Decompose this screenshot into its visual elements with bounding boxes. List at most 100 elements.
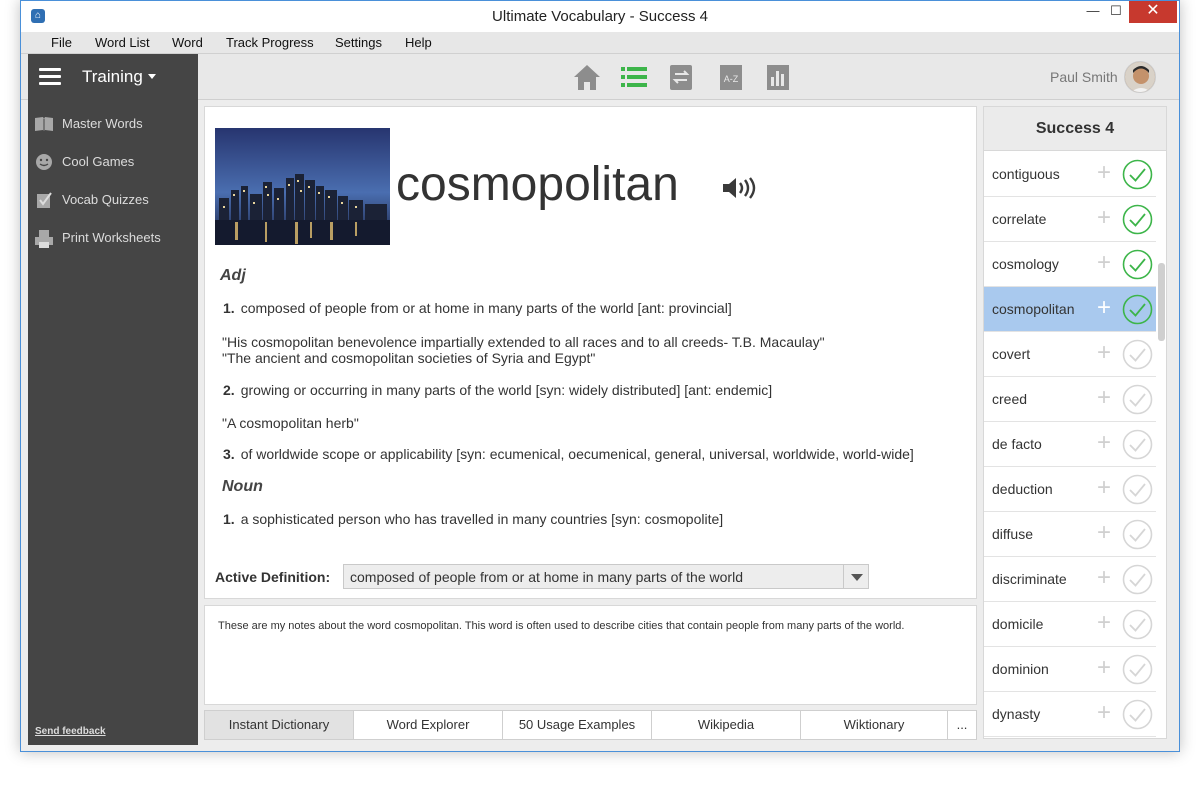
word-list-item[interactable]: de facto + <box>984 422 1156 467</box>
add-word-icon[interactable]: + <box>1097 519 1111 547</box>
mastered-check-icon[interactable] <box>1122 159 1153 190</box>
word-list-item[interactable]: cosmology + <box>984 242 1156 287</box>
part-of-speech-noun: Noun <box>222 478 263 495</box>
menu-track-progress[interactable]: Track Progress <box>226 35 314 50</box>
active-definition-label: Active Definition: <box>215 569 331 585</box>
chart-icon[interactable] <box>765 62 793 92</box>
speaker-icon[interactable] <box>722 177 758 199</box>
sense-text: a sophisticated person who has travelled… <box>240 511 724 527</box>
add-word-icon[interactable]: + <box>1097 294 1111 322</box>
unmastered-check-icon[interactable] <box>1122 699 1153 730</box>
list-icon[interactable] <box>620 62 648 92</box>
word-list-scrollbar[interactable] <box>1158 263 1165 341</box>
sidebar-item-master-words[interactable]: Master Words <box>34 112 194 136</box>
tab-word-explorer[interactable]: Word Explorer <box>353 710 503 740</box>
add-word-icon[interactable]: + <box>1097 204 1111 232</box>
sidebar-item-label: Vocab Quizzes <box>62 192 149 207</box>
word-list-item[interactable]: contiguous + <box>984 152 1156 197</box>
menu-settings[interactable]: Settings <box>335 35 382 50</box>
add-word-icon[interactable]: + <box>1097 699 1111 727</box>
word-list-item[interactable]: dominion + <box>984 647 1156 692</box>
title-bar: ⌂ Ultimate Vocabulary - Success 4 — ☐ ✕ <box>21 1 1179 32</box>
az-icon[interactable]: A-Z <box>718 62 746 92</box>
menu-word[interactable]: Word <box>172 35 203 50</box>
add-word-icon[interactable]: + <box>1097 474 1111 502</box>
window-title: Ultimate Vocabulary - Success 4 <box>492 8 708 25</box>
word-list-item-label: domicile <box>992 616 1044 632</box>
tab-wikipedia[interactable]: Wikipedia <box>651 710 801 740</box>
unmastered-check-icon[interactable] <box>1122 474 1153 505</box>
sidebar-item-print-worksheets[interactable]: Print Worksheets <box>34 226 194 250</box>
send-feedback-link[interactable]: Send feedback <box>35 726 106 737</box>
sense-text: composed of people from or at home in ma… <box>240 300 732 316</box>
unmastered-check-icon[interactable] <box>1122 564 1153 595</box>
usage-example: "The ancient and cosmopolitan societies … <box>222 350 596 366</box>
word-list-item-label: deduction <box>992 481 1053 497</box>
flashcards-icon[interactable] <box>667 62 695 92</box>
add-word-icon[interactable]: + <box>1097 654 1111 682</box>
word-list-item[interactable]: domicile + <box>984 602 1156 647</box>
close-button[interactable]: ✕ <box>1129 1 1177 23</box>
word-list-item[interactable]: dynasty + <box>984 692 1156 737</box>
chevron-down-icon[interactable] <box>148 74 156 79</box>
hamburger-menu-icon[interactable] <box>39 68 61 86</box>
sense-number: 1. <box>223 300 235 316</box>
word-list-item[interactable]: correlate + <box>984 197 1156 242</box>
add-word-icon[interactable]: + <box>1097 564 1111 592</box>
usage-example: "A cosmopolitan herb" <box>222 415 359 431</box>
unmastered-check-icon[interactable] <box>1122 339 1153 370</box>
menu-help[interactable]: Help <box>405 35 432 50</box>
word-list-item[interactable]: diffuse + <box>984 512 1156 557</box>
sidebar-item-label: Print Worksheets <box>62 230 161 245</box>
word-list-item-label: dominion <box>992 661 1049 677</box>
mode-label[interactable]: Training <box>82 67 143 87</box>
sidebar-item-cool-games[interactable]: Cool Games <box>34 150 194 174</box>
word-list-item[interactable]: covert + <box>984 332 1156 377</box>
mastered-check-icon[interactable] <box>1122 249 1153 280</box>
word-list-item[interactable]: discriminate + <box>984 557 1156 602</box>
chevron-down-icon[interactable] <box>843 565 868 588</box>
unmastered-check-icon[interactable] <box>1122 609 1153 640</box>
sense-number: 1. <box>223 511 235 527</box>
word-list-panel: Success 4 contiguous + correlate + cosmology… <box>983 106 1167 739</box>
home-icon[interactable] <box>573 62 601 92</box>
menu-file[interactable]: File <box>51 35 72 50</box>
unmastered-check-icon[interactable] <box>1122 384 1153 415</box>
mastered-check-icon[interactable] <box>1122 204 1153 235</box>
book-icon <box>34 115 54 133</box>
menu-bar: File Word List Word Track Progress Setti… <box>21 32 1179 54</box>
add-word-icon[interactable]: + <box>1097 429 1111 457</box>
user-name[interactable]: Paul Smith <box>1050 69 1118 85</box>
unmastered-check-icon[interactable] <box>1122 654 1153 685</box>
mastered-check-icon[interactable] <box>1122 294 1153 325</box>
add-word-icon[interactable]: + <box>1097 609 1111 637</box>
avatar[interactable] <box>1124 61 1156 93</box>
word-list-item-label: cosmology <box>992 256 1059 272</box>
unmastered-check-icon[interactable] <box>1122 519 1153 550</box>
word-list-item-label: de facto <box>992 436 1042 452</box>
add-word-icon[interactable]: + <box>1097 384 1111 412</box>
word-list-item[interactable]: creed + <box>984 377 1156 422</box>
word-title: cosmopolitan <box>396 158 679 211</box>
sidebar-item-vocab-quizzes[interactable]: Vocab Quizzes <box>34 188 194 212</box>
active-definition-select[interactable]: composed of people from or at home in ma… <box>343 564 869 589</box>
add-word-icon[interactable]: + <box>1097 159 1111 187</box>
word-list-item[interactable]: deduction + <box>984 467 1156 512</box>
svg-text:A-Z: A-Z <box>724 74 739 84</box>
unmastered-check-icon[interactable] <box>1122 429 1153 460</box>
maximize-button[interactable]: ☐ <box>1101 1 1131 23</box>
word-list-item[interactable]: cosmopolitan + <box>984 287 1156 332</box>
tab-instant-dictionary[interactable]: Instant Dictionary <box>204 710 354 740</box>
word-list-item-label: diffuse <box>992 526 1033 542</box>
mode-selector[interactable]: Training <box>28 54 198 100</box>
tab-more[interactable]: ... <box>947 710 977 740</box>
add-word-icon[interactable]: + <box>1097 339 1111 367</box>
notes-text[interactable]: These are my notes about the word cosmop… <box>218 619 958 633</box>
add-word-icon[interactable]: + <box>1097 249 1111 277</box>
sense-text: growing or occurring in many parts of th… <box>240 382 773 398</box>
notes-panel[interactable]: These are my notes about the word cosmop… <box>204 605 977 705</box>
menu-word-list[interactable]: Word List <box>95 35 150 50</box>
app-window: ⌂ Ultimate Vocabulary - Success 4 — ☐ ✕ … <box>20 0 1180 752</box>
tab-wiktionary[interactable]: Wiktionary <box>800 710 948 740</box>
tab-usage-examples[interactable]: 50 Usage Examples <box>502 710 652 740</box>
